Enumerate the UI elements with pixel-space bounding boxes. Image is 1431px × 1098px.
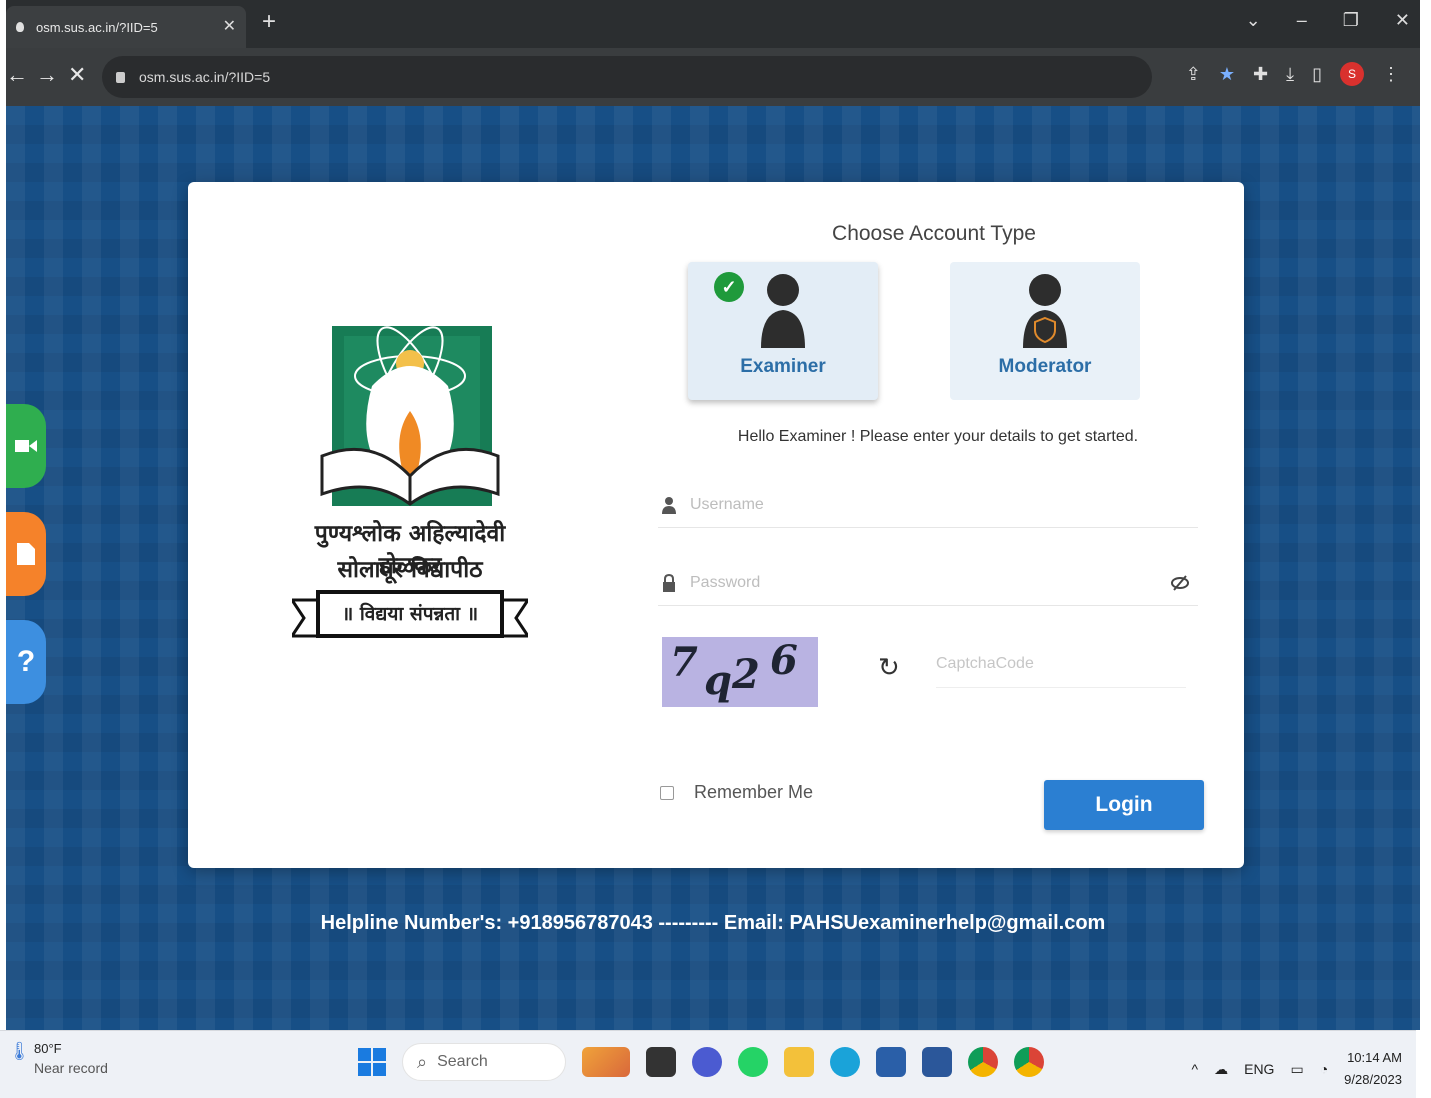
weather-note: Near record	[34, 1060, 108, 1076]
stop-loading-button[interactable]: ✕	[68, 62, 86, 88]
widgets-app-icon[interactable]	[582, 1047, 630, 1077]
menu-kebab-icon[interactable]: ⋮	[1382, 64, 1400, 85]
clock-time: 10:14 AM	[1347, 1050, 1402, 1065]
logo-emblem-icon	[320, 326, 500, 506]
chrome-icon[interactable]	[968, 1047, 998, 1077]
share-icon[interactable]: ⇪	[1186, 64, 1201, 85]
taskbar-search-label: Search	[437, 1053, 488, 1070]
edge-browser-icon[interactable]	[830, 1047, 860, 1077]
favicon-icon	[16, 22, 24, 32]
language-indicator[interactable]: ENG	[1244, 1061, 1274, 1077]
weather-widget[interactable]: 🌡 80°F Near record	[8, 1041, 108, 1076]
username-input[interactable]	[690, 495, 1170, 514]
captcha-char: q	[704, 657, 732, 704]
choose-account-title: Choose Account Type	[832, 222, 1036, 245]
remember-label: Remember Me	[694, 782, 814, 802]
university-logo: पुण्यश्लोक अहिल्यादेवी होळकर सोलापूर विद…	[292, 326, 528, 656]
captcha-char: 7	[670, 639, 698, 686]
captcha-input[interactable]	[936, 654, 1176, 673]
browser-tab-bar: osm.sus.ac.in/?IID=5 ✕ + ⌄ – ❐ ✕	[6, 0, 1420, 48]
thermometer-icon: 🌡	[8, 1041, 31, 1061]
video-camera-icon	[15, 440, 37, 452]
temperature: 80°F	[34, 1041, 62, 1056]
tab-search-icon[interactable]: ⌄	[1246, 10, 1261, 31]
new-tab-button[interactable]: +	[262, 8, 276, 36]
eye-slash-icon[interactable]	[1170, 573, 1190, 593]
lock-icon	[663, 573, 675, 592]
download-icon[interactable]: ⤓	[1286, 64, 1294, 85]
clock[interactable]: 10:14 AM 9/28/2023	[1344, 1047, 1402, 1091]
close-window-button[interactable]: ✕	[1395, 10, 1410, 31]
taskbar: 🌡 80°F Near record ⌕ Search ^ ☁ ENG ▭ ◔ …	[0, 1030, 1416, 1098]
login-card: पुण्यश्लोक अहिल्यादेवी होळकर सोलापूर विद…	[188, 182, 1244, 868]
chevron-up-icon[interactable]: ^	[1192, 1061, 1199, 1077]
greeting-text: Hello Examiner ! Please enter your detai…	[737, 428, 1139, 445]
taskbar-apps: ⌕ Search	[358, 1043, 1044, 1081]
side-panel-icon[interactable]: ▯	[1312, 64, 1322, 85]
taskbar-search[interactable]: ⌕ Search	[402, 1043, 566, 1081]
search-icon: ⌕	[417, 1051, 428, 1072]
teams-chat-icon[interactable]	[692, 1047, 722, 1077]
moderator-user-icon	[1023, 274, 1067, 348]
url-text: osm.sus.ac.in/?IID=5	[139, 69, 271, 85]
system-tray: ^ ☁ ENG ▭ ◔ 10:14 AM 9/28/2023	[1192, 1047, 1402, 1091]
lock-icon	[116, 71, 125, 83]
video-call-side-button[interactable]	[6, 404, 46, 488]
password-input[interactable]	[690, 573, 1170, 592]
captcha-image: 7 q 2 6	[662, 637, 818, 707]
remember-me[interactable]: Remember Me	[660, 782, 813, 803]
examiner-label: Examiner	[740, 356, 826, 377]
minimize-button[interactable]: –	[1297, 10, 1307, 31]
examiner-user-icon	[761, 274, 805, 348]
password-field	[658, 560, 1198, 606]
university-motto: ॥ विद्यया संपन्नता ॥	[341, 603, 479, 625]
onedrive-icon[interactable]: ☁	[1214, 1061, 1228, 1078]
profile-avatar[interactable]: S	[1340, 62, 1364, 86]
whatsapp-icon[interactable]	[738, 1047, 768, 1077]
forward-button[interactable]: →	[36, 62, 58, 88]
microsoft-store-icon[interactable]	[876, 1047, 906, 1077]
helpline-text: Helpline Number's: +918956787043 -------…	[320, 912, 1106, 934]
remember-checkbox[interactable]	[660, 785, 674, 800]
volume-icon[interactable]: ◔	[1320, 1061, 1328, 1077]
help-side-button[interactable]: ?	[6, 620, 46, 704]
question-icon: ?	[16, 645, 36, 678]
document-icon	[17, 543, 35, 565]
address-bar[interactable]: osm.sus.ac.in/?IID=5	[102, 56, 1152, 98]
user-icon	[662, 496, 676, 514]
bookmark-star-icon[interactable]: ★	[1219, 64, 1235, 85]
word-icon[interactable]	[922, 1047, 952, 1077]
toolbar-icons: ⇪ ★ ✚ ⤓ ▯ S ⋮	[1186, 62, 1400, 86]
task-view-icon[interactable]	[646, 1047, 676, 1077]
login-button[interactable]: Login	[1044, 780, 1204, 830]
browser-tab[interactable]: osm.sus.ac.in/?IID=5 ✕	[6, 6, 246, 48]
file-explorer-icon[interactable]	[784, 1047, 814, 1077]
clock-date: 9/28/2023	[1344, 1072, 1402, 1087]
window-controls: ⌄ – ❐ ✕	[1246, 10, 1410, 31]
browser-toolbar: ← → ✕ osm.sus.ac.in/?IID=5 ⇪ ★ ✚ ⤓ ▯ S ⋮	[6, 48, 1420, 106]
document-side-button[interactable]	[6, 512, 46, 596]
moderator-label: Moderator	[998, 356, 1092, 377]
refresh-captcha-icon[interactable]: ↻	[878, 652, 900, 683]
extensions-icon[interactable]: ✚	[1253, 64, 1268, 85]
tab-close-icon[interactable]: ✕	[223, 16, 236, 36]
chrome-profile-icon[interactable]	[1014, 1047, 1044, 1077]
account-type-moderator[interactable]: Moderator	[950, 262, 1140, 400]
captcha-char: 6	[770, 637, 798, 684]
account-type-examiner[interactable]: ✓ Examiner	[688, 262, 878, 400]
username-field	[658, 482, 1198, 528]
network-icon[interactable]: ▭	[1290, 1061, 1303, 1078]
page-background: ? पुण्यश्लोक अहिल्यादेवी होळकर सोलापूर व…	[6, 106, 1420, 1030]
windows-start-icon[interactable]	[358, 1048, 386, 1076]
tab-title: osm.sus.ac.in/?IID=5	[36, 19, 158, 35]
university-name-line2: सोलापूर विद्यापीठ	[337, 556, 483, 583]
checkmark-icon: ✓	[714, 272, 744, 302]
restore-button[interactable]: ❐	[1343, 10, 1359, 31]
captcha-char: 2	[732, 651, 760, 698]
captcha-field	[936, 640, 1186, 688]
back-button[interactable]: ←	[6, 62, 28, 88]
